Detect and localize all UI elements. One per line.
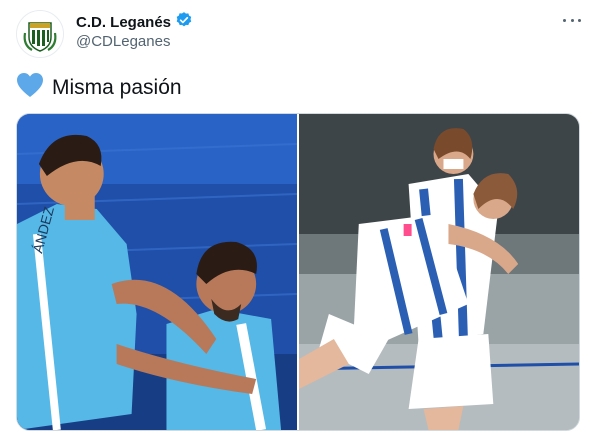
author-display-name[interactable]: C.D. Leganés bbox=[76, 14, 171, 31]
tweet-text-row: Misma pasión bbox=[16, 73, 182, 103]
club-crest-icon bbox=[17, 11, 63, 57]
tweet-card[interactable]: C.D. Leganés @CDLeganes Misma pasión ÁND… bbox=[0, 0, 596, 435]
verified-badge-icon bbox=[175, 11, 193, 34]
blue-heart-icon bbox=[16, 72, 44, 104]
media-grid: ÁNDEZ bbox=[16, 113, 580, 431]
author-name-row[interactable]: C.D. Leganés bbox=[76, 11, 193, 34]
author-handle[interactable]: @CDLeganes bbox=[76, 33, 170, 50]
photo-left[interactable]: ÁNDEZ bbox=[17, 114, 297, 430]
avatar[interactable] bbox=[16, 10, 64, 58]
men-players-celebrating-photo: ÁNDEZ bbox=[17, 114, 297, 430]
more-options-icon[interactable] bbox=[560, 12, 584, 28]
women-players-hugging-photo bbox=[299, 114, 579, 430]
tweet-text: Misma pasión bbox=[52, 76, 182, 99]
photo-right[interactable] bbox=[299, 114, 579, 430]
